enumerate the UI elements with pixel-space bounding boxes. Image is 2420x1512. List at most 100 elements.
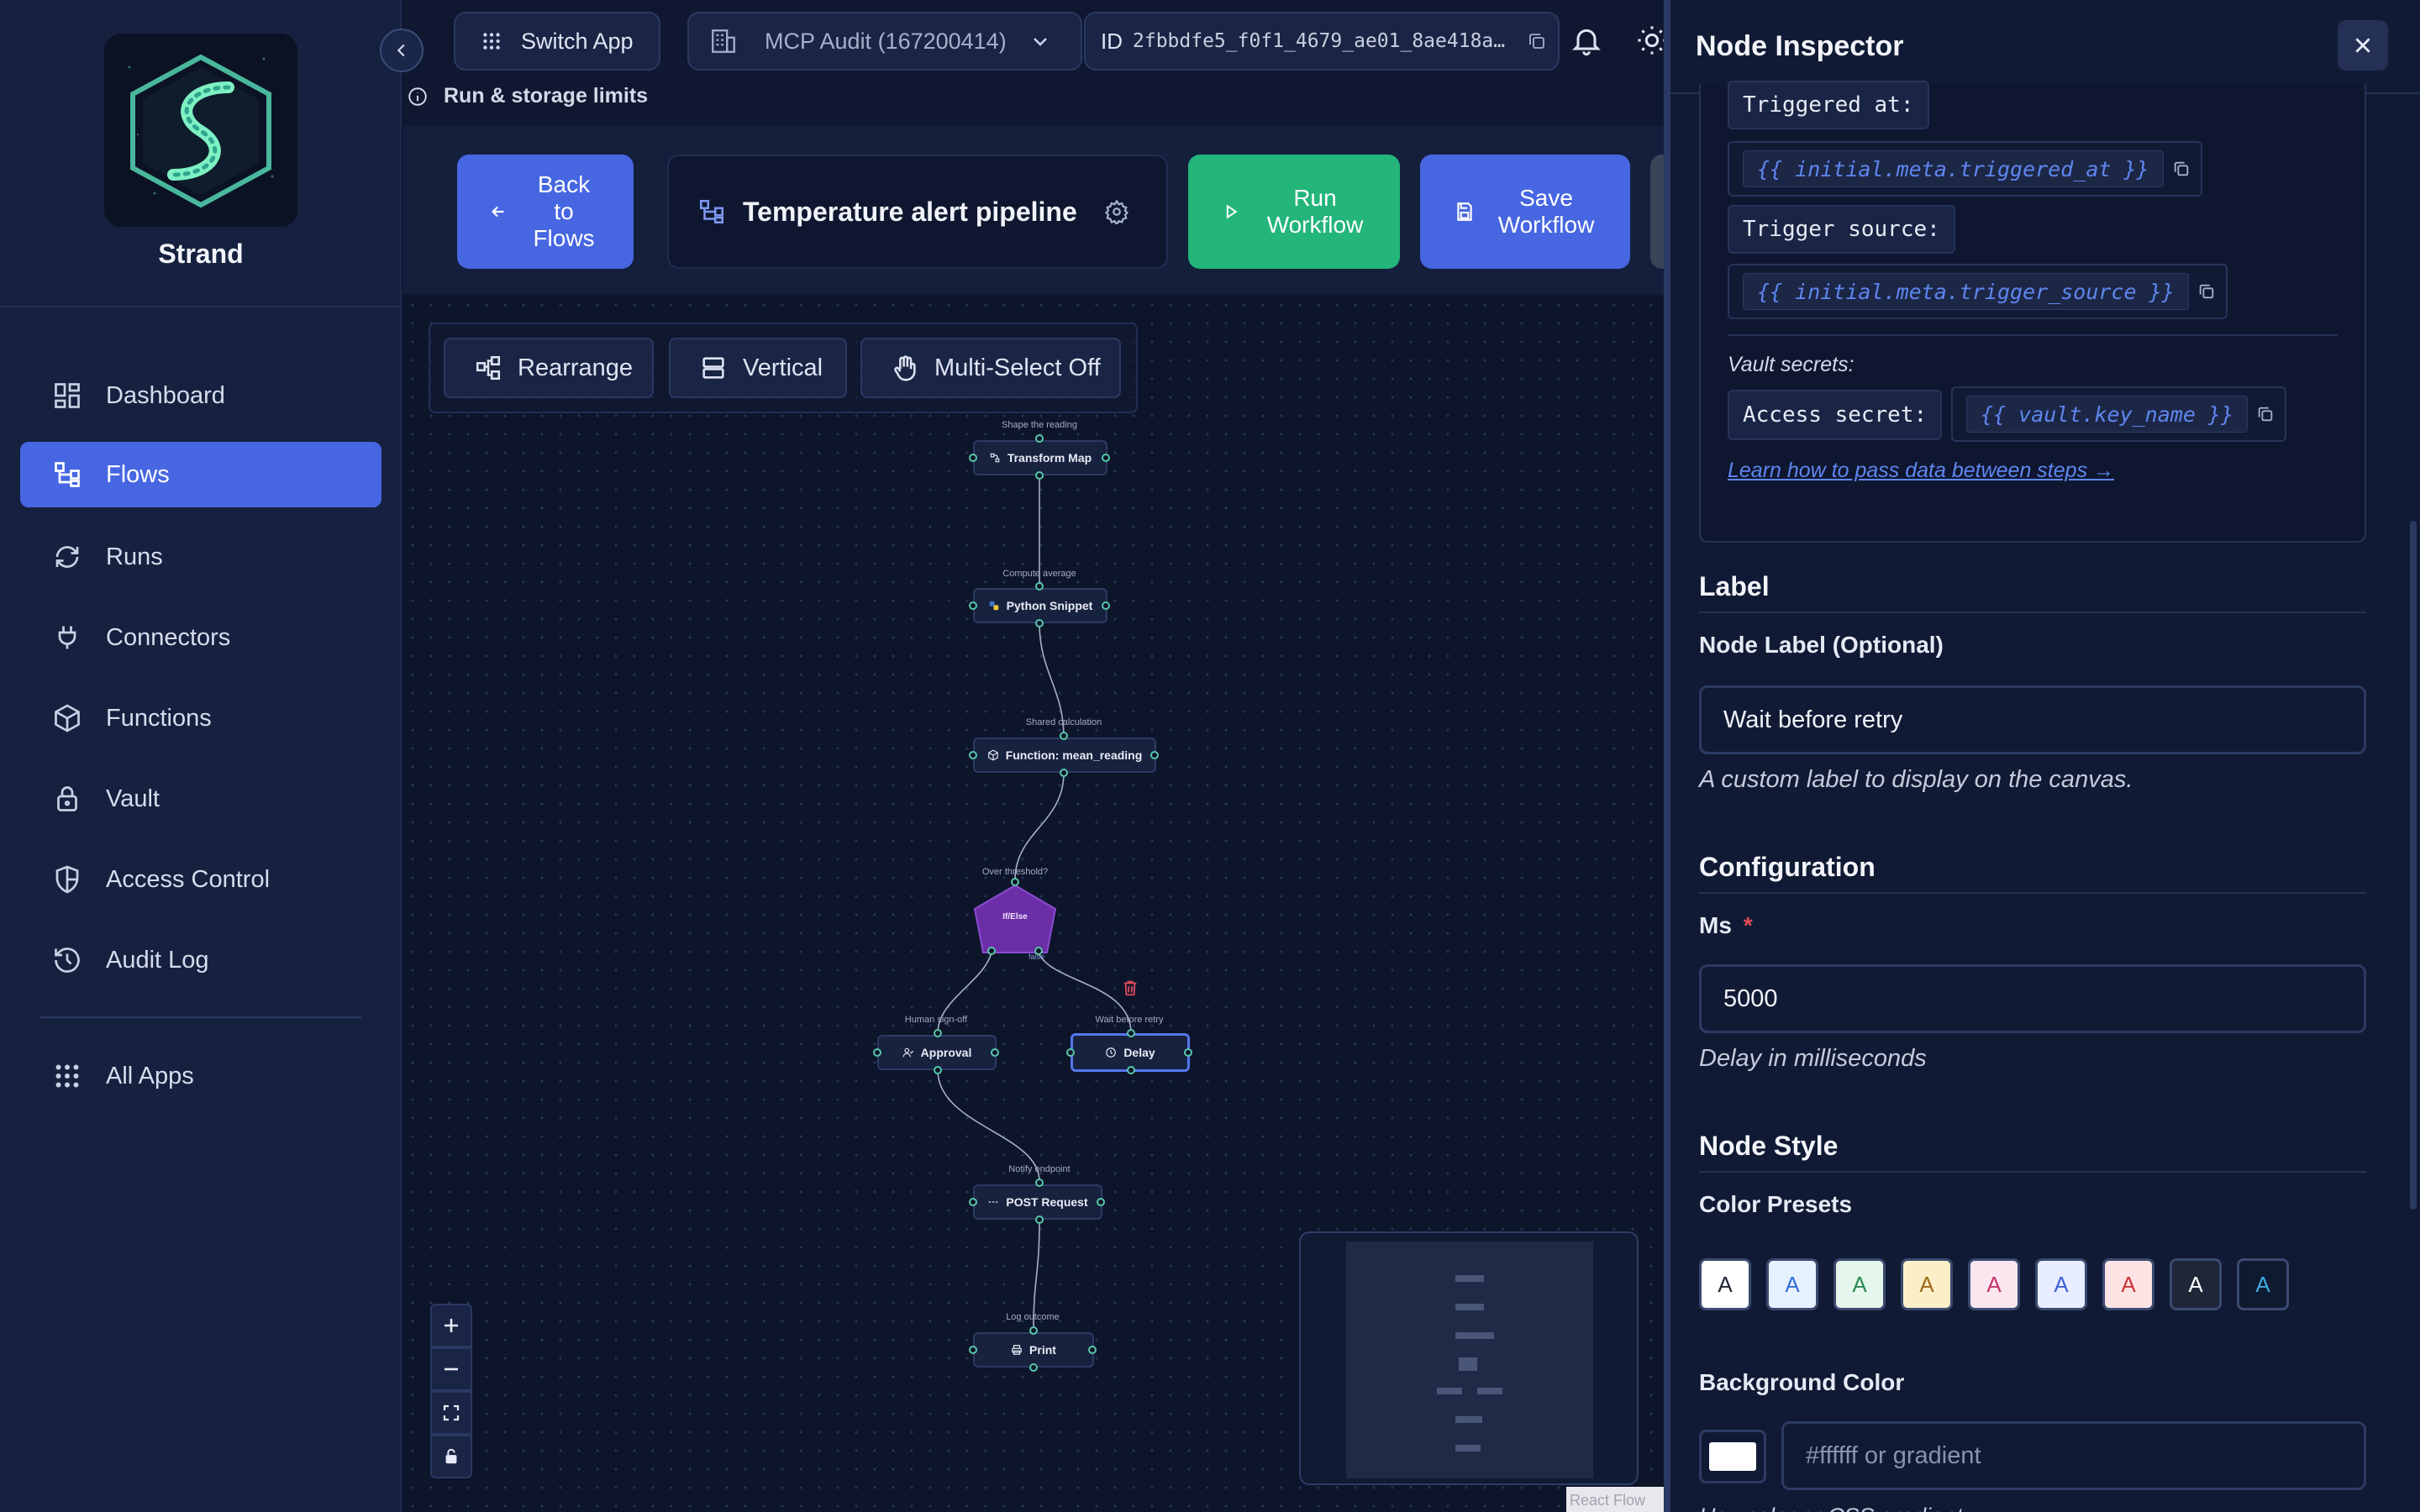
node-handle[interactable] xyxy=(1029,1326,1038,1335)
node-handle[interactable] xyxy=(969,601,977,610)
node-handle[interactable] xyxy=(1127,1029,1135,1037)
node-if-else[interactable]: If/Else xyxy=(973,884,1057,954)
node-handle[interactable] xyxy=(1035,1179,1044,1187)
node-label: If/Else xyxy=(1002,912,1028,921)
node-approval[interactable]: Approval xyxy=(877,1035,997,1070)
lock-canvas-button[interactable] xyxy=(430,1435,472,1478)
section-divider xyxy=(1699,1171,2366,1173)
color-preset-7[interactable]: A xyxy=(2102,1258,2154,1310)
node-handle[interactable] xyxy=(1029,1363,1038,1372)
learn-data-passing-link[interactable]: Learn how to pass data between steps → xyxy=(1728,459,2114,483)
node-python-snippet[interactable]: Python Snippet xyxy=(973,588,1107,623)
node-function-mean-reading[interactable]: Function: mean_reading xyxy=(973,738,1156,773)
ms-field-label: Ms * xyxy=(1699,912,1753,939)
node-handle[interactable] xyxy=(1102,601,1110,610)
delete-node-icon[interactable] xyxy=(1121,978,1139,998)
node-handle[interactable] xyxy=(991,1048,999,1057)
minimap-node xyxy=(1455,1304,1484,1310)
node-handle[interactable] xyxy=(1035,434,1044,443)
zoom-in-button[interactable] xyxy=(430,1304,472,1347)
color-preset-9[interactable]: A xyxy=(2237,1258,2289,1310)
node-label: Transform Map xyxy=(1007,451,1092,465)
node-handle[interactable] xyxy=(969,454,977,462)
node-label-input[interactable] xyxy=(1699,685,2366,754)
ms-input[interactable] xyxy=(1699,964,2366,1033)
node-handle[interactable] xyxy=(1035,619,1044,627)
inspector-scrollbar[interactable] xyxy=(2410,521,2417,1210)
section-divider xyxy=(1699,612,2366,613)
node-label-hint: A custom label to display on the canvas. xyxy=(1699,766,2133,793)
node-caption: Human sign-off xyxy=(904,1015,968,1025)
copy-icon[interactable] xyxy=(2172,160,2191,178)
node-handle[interactable] xyxy=(934,1029,942,1037)
node-handle[interactable] xyxy=(1088,1346,1097,1354)
var-template-triggered-at[interactable]: {{ initial.meta.triggered_at }} xyxy=(1728,141,2202,197)
zoom-out-button[interactable] xyxy=(430,1347,472,1391)
minimap-node xyxy=(1477,1388,1502,1394)
background-color-input[interactable] xyxy=(1781,1421,2366,1490)
var-label: Trigger source: xyxy=(1728,205,1955,254)
color-preset-2[interactable]: A xyxy=(1766,1258,1818,1310)
minimap[interactable] xyxy=(1299,1231,1639,1485)
user-check-icon xyxy=(902,1047,913,1058)
copy-icon[interactable] xyxy=(2197,282,2216,301)
node-handle[interactable] xyxy=(1060,732,1068,740)
node-caption: Wait before retry xyxy=(1095,1015,1164,1025)
node-handle[interactable] xyxy=(1127,1066,1135,1074)
required-mark: * xyxy=(1743,912,1753,938)
node-handle[interactable] xyxy=(987,947,996,955)
color-preset-6[interactable]: A xyxy=(2035,1258,2087,1310)
node-style-section-heading: Node Style xyxy=(1699,1131,1839,1161)
node-handle[interactable] xyxy=(1034,947,1043,955)
node-handle[interactable] xyxy=(1150,751,1159,759)
node-handle[interactable] xyxy=(1035,582,1044,591)
var-template-access-secret[interactable]: {{ vault.key_name }} xyxy=(1951,386,2287,442)
color-preset-3[interactable]: A xyxy=(1833,1258,1886,1310)
node-handle[interactable] xyxy=(969,751,977,759)
node-label: Print xyxy=(1029,1343,1056,1357)
node-transform-map[interactable]: Transform Map xyxy=(973,440,1107,475)
fit-view-button[interactable] xyxy=(430,1391,472,1435)
close-inspector-button[interactable] xyxy=(2338,20,2388,71)
node-caption: Shared calculation xyxy=(1025,717,1102,727)
node-handle[interactable] xyxy=(1035,1215,1044,1224)
printer-icon xyxy=(1012,1345,1022,1355)
lock-open-icon xyxy=(445,1448,457,1464)
node-handle[interactable] xyxy=(1066,1048,1075,1057)
copy-icon[interactable] xyxy=(2256,405,2275,423)
color-preset-1[interactable]: A xyxy=(1699,1258,1751,1310)
react-flow-attribution[interactable]: React Flow xyxy=(1566,1487,1664,1512)
node-handle[interactable] xyxy=(1097,1198,1105,1206)
close-icon xyxy=(2355,38,2370,53)
minus-icon xyxy=(445,1368,458,1371)
color-preset-8[interactable]: A xyxy=(2170,1258,2222,1310)
fit-view-icon xyxy=(443,1404,460,1421)
background-color-hint: Hex color or CSS gradient xyxy=(1699,1504,1963,1512)
node-handle[interactable] xyxy=(1102,454,1110,462)
color-preset-5[interactable]: A xyxy=(1968,1258,2020,1310)
node-caption: Notify endpoint xyxy=(1008,1164,1071,1174)
node-handle[interactable] xyxy=(1035,471,1044,480)
node-caption: Over threshold? xyxy=(981,867,1049,877)
minimap-node xyxy=(1455,1416,1482,1423)
node-print[interactable]: Print xyxy=(973,1332,1094,1368)
node-handle[interactable] xyxy=(1011,878,1019,886)
node-handle[interactable] xyxy=(969,1346,977,1354)
vars-divider xyxy=(1728,334,2338,336)
node-label: Approval xyxy=(920,1046,972,1059)
node-handle[interactable] xyxy=(969,1198,977,1206)
node-label: Python Snippet xyxy=(1006,599,1093,612)
vault-secrets-heading: Vault secrets: xyxy=(1728,353,1854,376)
node-handle[interactable] xyxy=(934,1066,942,1074)
node-caption: Log outcome xyxy=(1006,1312,1060,1322)
cube-icon xyxy=(987,749,998,761)
var-template-trigger-source[interactable]: {{ initial.meta.trigger_source }} xyxy=(1728,264,2228,319)
color-preset-4[interactable]: A xyxy=(1901,1258,1953,1310)
background-color-swatch[interactable] xyxy=(1699,1430,1766,1483)
node-handle[interactable] xyxy=(1184,1048,1192,1057)
minimap-node xyxy=(1437,1388,1462,1394)
node-handle[interactable] xyxy=(1060,769,1068,777)
node-caption: Shape the reading xyxy=(1002,420,1077,430)
node-handle[interactable] xyxy=(873,1048,881,1057)
node-post-request[interactable]: POST Request xyxy=(973,1184,1102,1220)
